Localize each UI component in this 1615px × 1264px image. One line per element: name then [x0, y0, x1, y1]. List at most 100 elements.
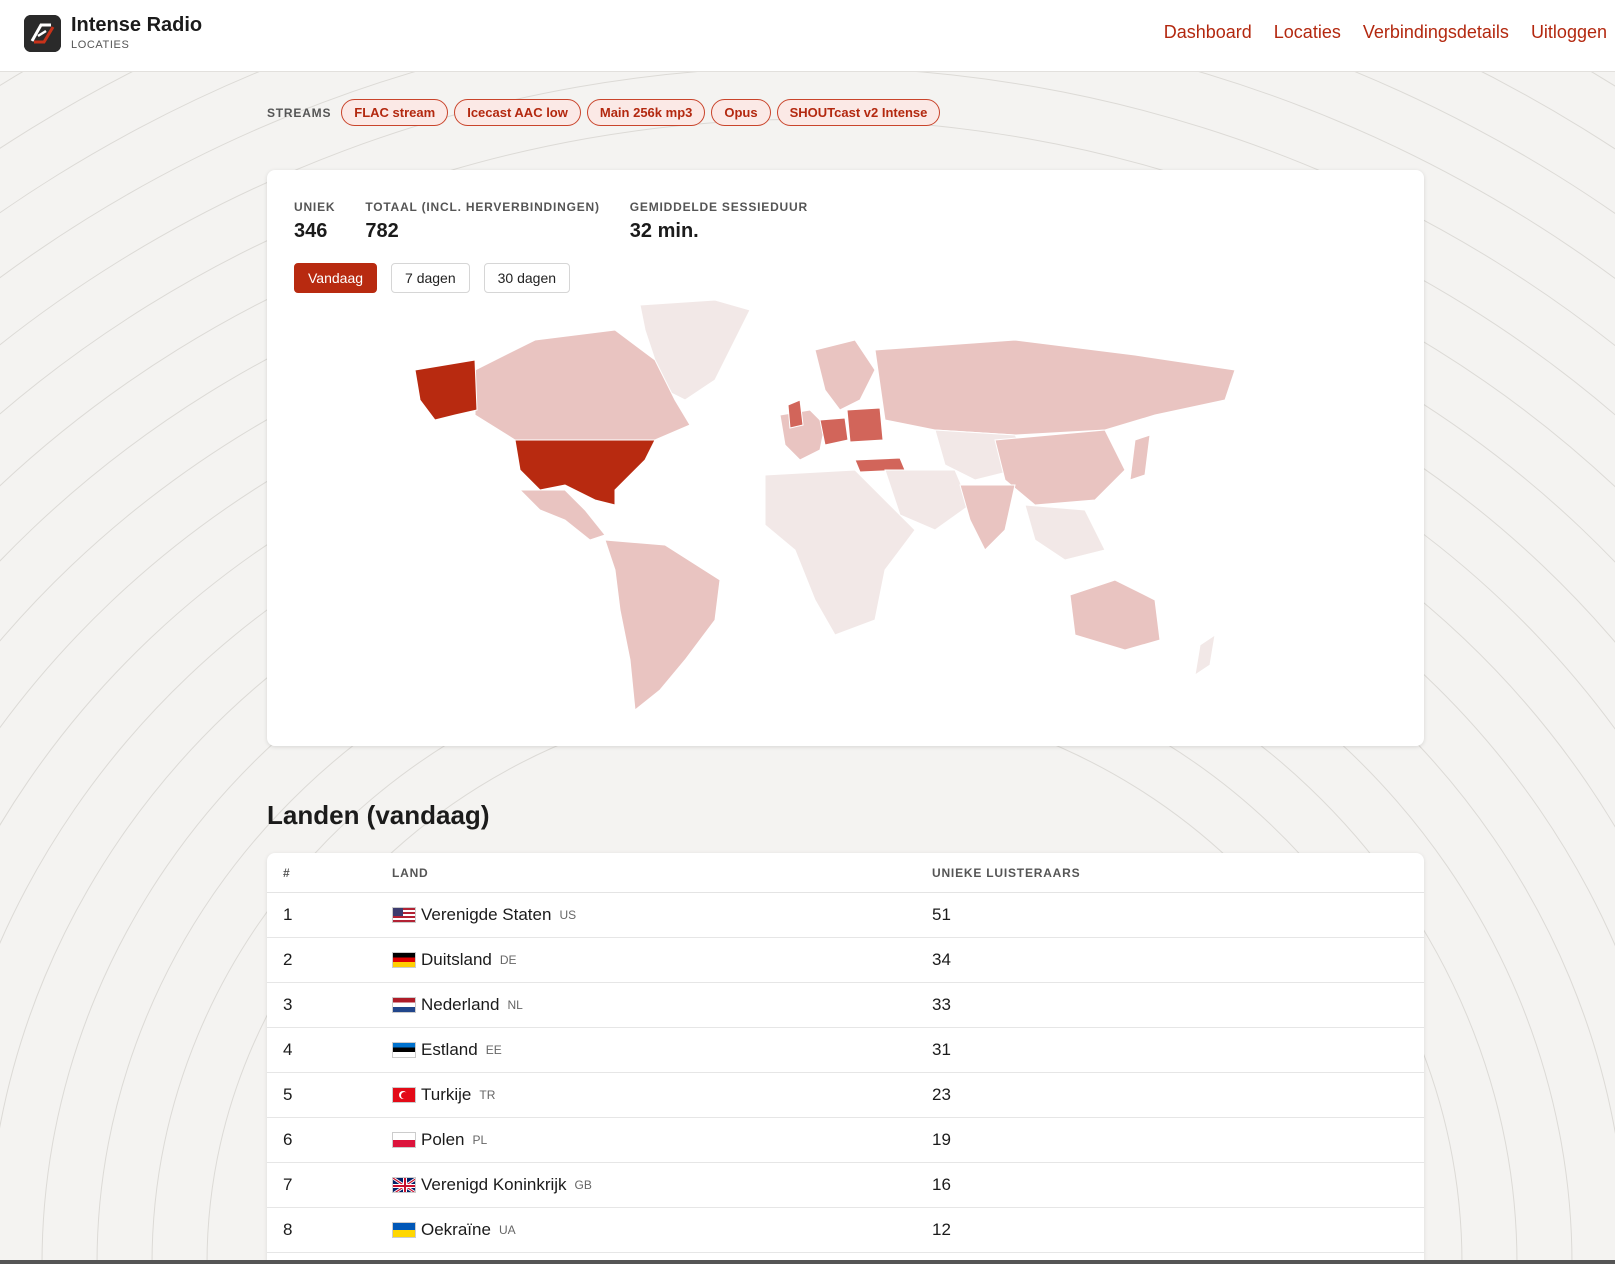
map-card: UNIEK 346 TOTAAL (INCL. HERVERBINDINGEN)… — [267, 170, 1424, 746]
row-country-name: Verenigd Koninkrijk — [421, 1175, 567, 1194]
map-region-south-america[interactable] — [604, 539, 721, 710]
map-region-southeast-asia[interactable] — [1024, 504, 1106, 561]
row-country: Verenigd Koninkrijk GB — [392, 1175, 932, 1195]
map-region-china[interactable] — [994, 429, 1126, 506]
stream-chip-icecast-aac-low[interactable]: Icecast AAC low — [454, 99, 581, 126]
row-rank: 3 — [283, 995, 293, 1014]
flag-ee-icon — [392, 1042, 416, 1058]
table-row: 3 Nederland NL 33 — [267, 983, 1424, 1028]
row-country-name: Estland — [421, 1040, 478, 1059]
row-country-code: DE — [499, 953, 517, 967]
table-row: 5 Turkije TR 23 — [267, 1073, 1424, 1118]
row-country-name: Oekraïne — [421, 1220, 491, 1239]
range-selector: Vandaag 7 dagen 30 dagen — [294, 263, 571, 293]
table-row: 4 Estland EE 31 — [267, 1028, 1424, 1073]
stat-unique: UNIEK 346 — [294, 200, 335, 243]
map-region-scandinavia[interactable] — [814, 339, 876, 411]
map-region-russia[interactable] — [874, 339, 1236, 436]
stream-chip-main-256k-mp3[interactable]: Main 256k mp3 — [586, 99, 706, 126]
stream-chip-opus[interactable]: Opus — [711, 99, 771, 126]
map-region-germany-nl[interactable] — [819, 417, 849, 446]
row-listeners: 51 — [932, 905, 951, 924]
countries-section-title: Landen (vandaag) — [267, 800, 490, 830]
main-nav: Dashboard Locaties Verbindingsdetails Ui… — [1164, 20, 1607, 44]
row-rank: 1 — [283, 905, 293, 924]
flag-gb-icon — [392, 1177, 416, 1193]
map-region-australia[interactable] — [1069, 579, 1161, 651]
stats-row: UNIEK 346 TOTAAL (INCL. HERVERBINDINGEN)… — [294, 200, 808, 243]
row-country-name: Nederland — [421, 995, 500, 1014]
page-subtitle: LOCATIES — [71, 39, 130, 51]
row-listeners: 23 — [932, 1085, 951, 1104]
stat-avg-session: GEMIDDELDE SESSIEDUUR 32 min. — [630, 200, 808, 243]
row-rank: 5 — [283, 1085, 293, 1104]
row-country-name: Turkije — [421, 1085, 472, 1104]
flag-nl-icon — [392, 997, 416, 1013]
row-rank: 2 — [283, 950, 293, 969]
row-country: Turkije TR — [392, 1085, 932, 1105]
intense-radio-logo-icon — [24, 14, 61, 52]
flag-pl-icon — [392, 1132, 416, 1148]
column-header-land: LAND — [392, 865, 429, 880]
stat-total: TOTAAL (INCL. HERVERBINDINGEN) 782 — [365, 200, 599, 243]
table-row: 2 Duitsland DE 34 — [267, 938, 1424, 983]
row-country: Duitsland DE — [392, 950, 932, 970]
table-row: 7 Verenigd Koninkrijk GB 16 — [267, 1163, 1424, 1208]
row-country-code: PL — [472, 1133, 488, 1147]
range-today-button[interactable]: Vandaag — [294, 263, 378, 293]
world-map[interactable] — [415, 300, 1275, 710]
row-country-name: Duitsland — [421, 950, 492, 969]
row-country: Polen PL — [392, 1130, 932, 1150]
row-country-code: NL — [507, 998, 523, 1012]
table-row: 1 Verenigde Staten US 51 — [267, 893, 1424, 938]
map-region-india[interactable] — [959, 484, 1016, 551]
nav-locaties-link[interactable]: Locaties — [1274, 20, 1341, 44]
brand[interactable]: Intense Radio LOCATIES — [24, 14, 202, 52]
range-30-days-button[interactable]: 30 dagen — [483, 263, 571, 293]
stream-filter: STREAMS FLAC stream Icecast AAC low Main… — [267, 99, 941, 126]
row-country: Estland EE — [392, 1040, 932, 1060]
map-region-alaska[interactable] — [415, 359, 478, 421]
row-listeners: 33 — [932, 995, 951, 1014]
map-region-uk[interactable] — [787, 399, 804, 429]
row-country-code: EE — [485, 1043, 502, 1057]
row-rank: 4 — [283, 1040, 293, 1059]
map-region-africa[interactable] — [764, 469, 916, 636]
map-region-new-zealand[interactable] — [1194, 633, 1216, 677]
column-header-rank: # — [283, 865, 291, 880]
row-listeners: 31 — [932, 1040, 951, 1059]
stat-total-label: TOTAAL (INCL. HERVERBINDINGEN) — [365, 200, 600, 214]
table-header: # LAND UNIEKE LUISTERAARS — [267, 853, 1424, 893]
stat-total-value: 782 — [365, 220, 399, 242]
stat-unique-label: UNIEK — [294, 200, 336, 214]
row-listeners: 12 — [932, 1220, 951, 1239]
map-region-japan[interactable] — [1129, 434, 1151, 481]
row-listeners: 16 — [932, 1175, 951, 1194]
flag-ua-icon — [392, 1222, 416, 1238]
streams-label: STREAMS — [267, 105, 332, 120]
stream-chip-shoutcast-v2[interactable]: SHOUTcast v2 Intense — [776, 99, 941, 126]
row-country-name: Verenigde Staten — [421, 905, 552, 924]
row-country: Nederland NL — [392, 995, 932, 1015]
row-rank: 8 — [283, 1220, 293, 1239]
range-7-days-button[interactable]: 7 dagen — [391, 263, 470, 293]
row-rank: 7 — [283, 1175, 293, 1194]
row-country-code: US — [559, 908, 577, 922]
stream-chip-flac[interactable]: FLAC stream — [341, 99, 449, 126]
row-country: Verenigde Staten US — [392, 905, 932, 925]
row-country-code: UA — [498, 1223, 516, 1237]
column-header-listeners: UNIEKE LUISTERAARS — [932, 865, 1081, 880]
map-region-poland-ee[interactable] — [846, 407, 884, 443]
flag-us-icon — [392, 907, 416, 923]
row-country: Oekraïne UA — [392, 1220, 932, 1240]
countries-table: # LAND UNIEKE LUISTERAARS 1 Verenigde St… — [267, 853, 1424, 1264]
nav-uitloggen-link[interactable]: Uitloggen — [1531, 20, 1607, 44]
app-title: Intense Radio — [71, 14, 203, 36]
row-country-name: Polen — [421, 1130, 465, 1149]
row-listeners: 34 — [932, 950, 951, 969]
stat-avg-session-label: GEMIDDELDE SESSIEDUUR — [629, 200, 808, 214]
nav-verbindingsdetails-link[interactable]: Verbindingsdetails — [1363, 20, 1509, 44]
stat-avg-session-value: 32 min. — [629, 220, 699, 242]
flag-de-icon — [392, 952, 416, 968]
nav-dashboard-link[interactable]: Dashboard — [1164, 20, 1252, 44]
